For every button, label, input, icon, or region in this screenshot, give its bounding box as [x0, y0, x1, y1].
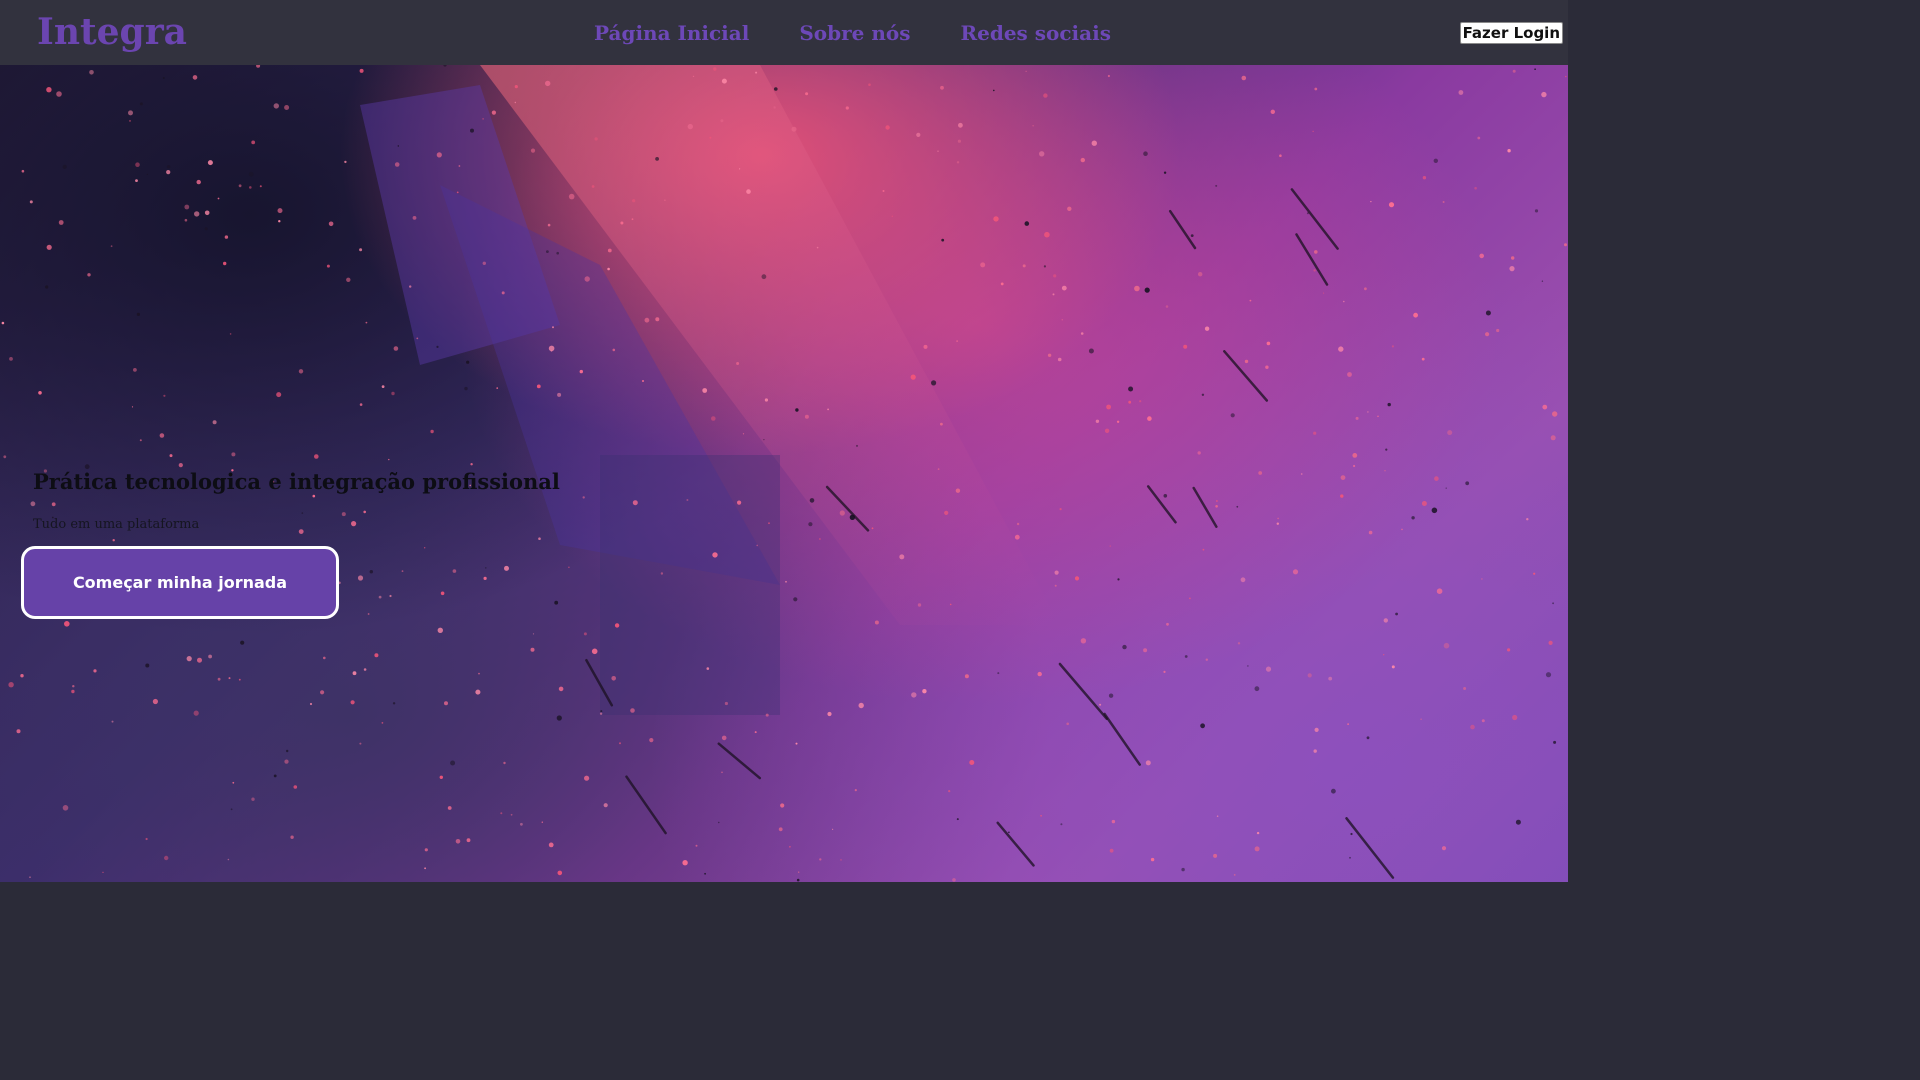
nav-link-social[interactable]: Redes sociais: [960, 19, 1110, 47]
hero-title: Prática tecnologica e integração profiss…: [33, 469, 560, 494]
start-journey-button[interactable]: Começar minha jornada: [21, 546, 339, 619]
hero-section: Prática tecnologica e integração profiss…: [0, 65, 1568, 882]
login-button[interactable]: Fazer Login: [1459, 22, 1563, 44]
hero-subtitle: Tudo em uma plataforma: [33, 517, 200, 532]
brand-logo[interactable]: Integra: [37, 10, 187, 54]
main-nav: Página Inicial Sobre nós Redes sociais: [594, 19, 1111, 47]
nav-link-about[interactable]: Sobre nós: [799, 19, 910, 47]
nav-link-home[interactable]: Página Inicial: [594, 19, 749, 47]
top-navbar: Integra Página Inicial Sobre nós Redes s…: [0, 0, 1568, 65]
